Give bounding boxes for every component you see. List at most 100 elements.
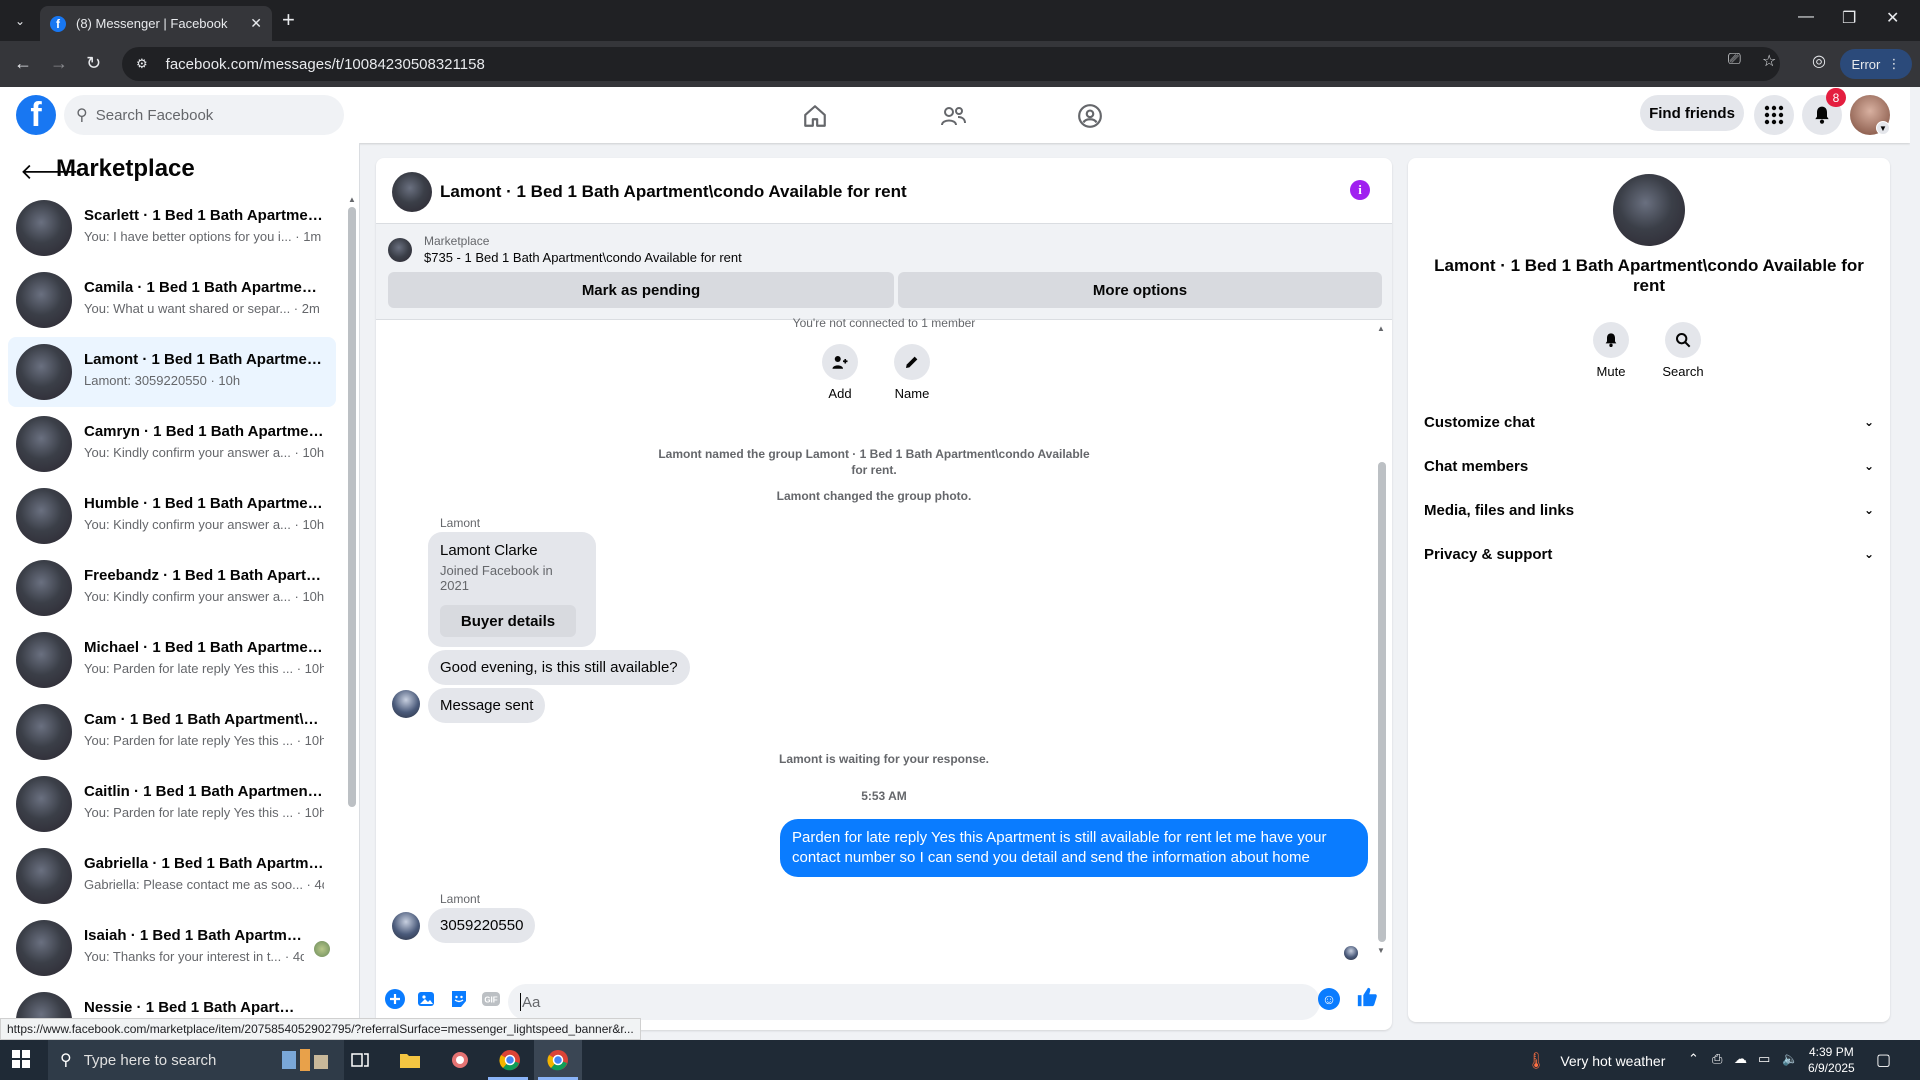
page-scrollbar[interactable] bbox=[1910, 87, 1920, 1040]
chat-members-section[interactable]: Chat members ⌄ bbox=[1424, 448, 1874, 484]
conversation-item[interactable]: Gabriella · 1 Bed 1 Bath Apartment\condo… bbox=[8, 841, 336, 911]
bookmark-star-icon[interactable]: ☆ bbox=[1762, 51, 1776, 71]
thumbs-up-like-icon[interactable] bbox=[1356, 986, 1378, 1014]
chat-scrollbar[interactable] bbox=[1378, 462, 1386, 942]
conversation-item[interactable]: Caitlin · 1 Bed 1 Bath Apartment\condo A… bbox=[8, 769, 336, 839]
avatar bbox=[16, 848, 72, 904]
account-circle-icon[interactable]: ◎ bbox=[1812, 51, 1826, 71]
search-in-conversation-button[interactable]: Search bbox=[1653, 322, 1713, 379]
groups-icon[interactable] bbox=[1075, 101, 1105, 131]
gif-icon[interactable]: GIF bbox=[480, 988, 502, 1010]
show-hidden-icons-chevron-up-icon[interactable]: ⌃ bbox=[1688, 1051, 1699, 1067]
message-bubble[interactable]: 3059220550 bbox=[428, 908, 536, 943]
avatar bbox=[16, 920, 72, 976]
conversation-name: Humble · 1 Bed 1 Bath Apartment\condo Av… bbox=[84, 495, 324, 512]
weather-widget[interactable]: 🌡 Very hot weather bbox=[1526, 1051, 1665, 1071]
conversation-item-active[interactable]: Lamont · 1 Bed 1 Bath Apartment\condo Av… bbox=[8, 337, 336, 407]
sender-name: Lamont bbox=[440, 892, 481, 906]
close-window-icon[interactable]: ✕ bbox=[1886, 8, 1899, 28]
sidebar-scroll-up-icon[interactable]: ▲ bbox=[348, 195, 356, 204]
buyer-details-button[interactable]: Buyer details bbox=[440, 605, 576, 637]
mark-as-pending-button[interactable]: Mark as pending bbox=[388, 272, 894, 308]
friends-icon[interactable] bbox=[938, 101, 968, 131]
conversation-item[interactable]: Isaiah · 1 Bed 1 Bath Apartment\condo Av… bbox=[8, 913, 336, 983]
cloud-offline-icon[interactable]: ☁ bbox=[1734, 1051, 1747, 1067]
network-icon[interactable]: ▭ bbox=[1758, 1051, 1770, 1067]
reload-icon[interactable]: ↻ bbox=[86, 53, 101, 74]
customize-chat-section[interactable]: Customize chat ⌄ bbox=[1424, 404, 1874, 440]
conversation-item[interactable]: Cam · 1 Bed 1 Bath Apartment\condo Avail… bbox=[8, 697, 336, 767]
conversation-item[interactable]: Michael · 1 Bed 1 Bath Apartment\condo A… bbox=[8, 625, 336, 695]
conversation-info-icon[interactable]: i bbox=[1350, 180, 1370, 200]
meet-now-icon[interactable]: ⎙ bbox=[1712, 1051, 1722, 1067]
address-bar[interactable]: ⚙ facebook.com/messages/t/10084230508321… bbox=[122, 47, 1780, 81]
browser-tab-strip: ⌄ f (8) Messenger | Facebook ✕ + — ❐ ✕ bbox=[0, 0, 1920, 41]
windows-start-icon[interactable] bbox=[12, 1050, 30, 1073]
home-icon[interactable] bbox=[800, 101, 830, 131]
notification-count-badge: 8 bbox=[1826, 88, 1846, 107]
chat-avatar[interactable] bbox=[392, 172, 432, 212]
sidebar-title: Marketplace bbox=[56, 155, 195, 182]
install-app-icon[interactable]: ⎚ bbox=[1728, 51, 1741, 69]
plus-circle-icon[interactable] bbox=[384, 988, 406, 1010]
tab-close-icon[interactable]: ✕ bbox=[250, 15, 262, 32]
back-arrow-icon[interactable]: ← bbox=[14, 53, 32, 74]
conversation-snippet: You: Kindly confirm your answer a... · 1… bbox=[84, 445, 324, 460]
snipping-tool-icon[interactable] bbox=[446, 1046, 474, 1074]
seen-avatar-icon bbox=[314, 941, 330, 957]
outgoing-message-bubble[interactable]: Parden for late reply Yes this Apartment… bbox=[780, 819, 1368, 877]
conversation-item[interactable]: Camila · 1 Bed 1 Bath Apartment\condo Av… bbox=[8, 265, 336, 335]
conversation-snippet: You: Kindly confirm your answer a... · 1… bbox=[84, 589, 324, 604]
message-bubble[interactable]: Good evening, is this still available? bbox=[428, 650, 690, 685]
conversation-item[interactable]: Humble · 1 Bed 1 Bath Apartment\condo Av… bbox=[8, 481, 336, 551]
minimize-icon[interactable]: — bbox=[1798, 8, 1814, 26]
search-label: Search bbox=[1662, 364, 1704, 379]
new-tab-plus-icon[interactable]: + bbox=[282, 8, 295, 32]
privacy-support-section[interactable]: Privacy & support ⌄ bbox=[1424, 536, 1874, 572]
chat-scroll-down-icon[interactable]: ▼ bbox=[1377, 946, 1385, 955]
menu-grid-icon[interactable] bbox=[1754, 95, 1794, 135]
conversation-item[interactable]: Scarlett · 1 Bed 1 Bath Apartment\condo … bbox=[8, 193, 336, 263]
chat-title[interactable]: Lamont · 1 Bed 1 Bath Apartment\condo Av… bbox=[440, 182, 907, 202]
forward-arrow-icon[interactable]: → bbox=[50, 53, 68, 74]
chrome-icon[interactable] bbox=[496, 1046, 524, 1074]
restore-window-icon[interactable]: ❐ bbox=[1842, 8, 1856, 28]
message-input[interactable]: Aa bbox=[508, 984, 1320, 1020]
sender-avatar[interactable] bbox=[392, 690, 420, 718]
action-center-icon[interactable]: ▢ bbox=[1876, 1050, 1891, 1070]
photo-gallery-icon[interactable] bbox=[416, 988, 438, 1010]
media-files-links-section[interactable]: Media, files and links ⌄ bbox=[1424, 492, 1874, 528]
facebook-search-input[interactable]: ⚲ Search Facebook bbox=[64, 95, 344, 135]
message-bubble[interactable]: Message sent bbox=[428, 688, 546, 723]
task-view-icon[interactable] bbox=[346, 1046, 374, 1074]
emoji-smiley-icon[interactable]: ☺ bbox=[1318, 988, 1340, 1010]
sticker-icon[interactable] bbox=[448, 988, 470, 1010]
system-clock[interactable]: 4:39 PM 6/9/2025 bbox=[1808, 1044, 1855, 1076]
clock-time: 4:39 PM bbox=[1809, 1045, 1854, 1059]
conversation-item[interactable]: Freebandz · 1 Bed 1 Bath Apartment\condo… bbox=[8, 553, 336, 623]
volume-icon[interactable]: 🔈 bbox=[1782, 1051, 1798, 1067]
site-info-icon[interactable]: ⚙ bbox=[136, 56, 148, 72]
add-member-button[interactable]: Add bbox=[810, 344, 870, 401]
conversation-item[interactable]: Camryn · 1 Bed 1 Bath Apartment\condo Av… bbox=[8, 409, 336, 479]
file-explorer-icon[interactable] bbox=[396, 1046, 424, 1074]
search-highlight-illustration-icon[interactable] bbox=[278, 1046, 334, 1074]
chrome-profile-icon[interactable] bbox=[544, 1046, 572, 1074]
chat-scroll-up-icon[interactable]: ▲ bbox=[1377, 324, 1385, 333]
mute-button[interactable]: Mute bbox=[1581, 322, 1641, 379]
avatar bbox=[16, 272, 72, 328]
listing-thumbnail[interactable] bbox=[388, 238, 412, 262]
read-receipt-avatar bbox=[1344, 946, 1358, 960]
browser-tab-messenger[interactable]: f (8) Messenger | Facebook ✕ bbox=[40, 6, 272, 41]
listing-description[interactable]: $735 - 1 Bed 1 Bath Apartment\condo Avai… bbox=[424, 250, 742, 265]
sender-avatar[interactable] bbox=[392, 912, 420, 940]
group-avatar[interactable] bbox=[1613, 174, 1685, 246]
facebook-logo-icon[interactable]: f bbox=[16, 95, 56, 135]
find-friends-button[interactable]: Find friends bbox=[1640, 95, 1744, 131]
account-chevron-down-icon[interactable]: ▼ bbox=[1876, 121, 1890, 135]
name-group-button[interactable]: Name bbox=[882, 344, 942, 401]
tab-search-chevron-icon[interactable]: ⌄ bbox=[8, 9, 32, 33]
sidebar-scrollbar[interactable] bbox=[348, 207, 356, 807]
profile-error-button[interactable]: Error ⋮ bbox=[1840, 49, 1912, 79]
more-options-button[interactable]: More options bbox=[898, 272, 1382, 308]
